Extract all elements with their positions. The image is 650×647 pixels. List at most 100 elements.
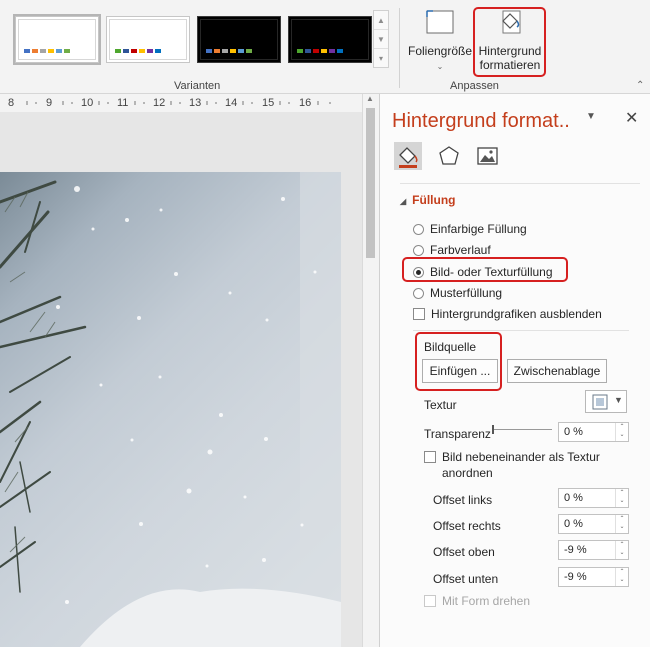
transparency-label: Transparenz [424,427,491,441]
variant-4-swatches [297,49,343,53]
radio-pattern-fill[interactable]: Musterfüllung [413,286,502,300]
color-swatch [155,49,161,53]
color-swatch [297,49,303,53]
offset-top-label: Offset oben [433,545,495,559]
radio-label: Musterfüllung [430,286,503,300]
color-swatch [56,49,62,53]
checkbox[interactable] [413,308,425,320]
spinner-value: 0 % [564,492,583,504]
radio-button[interactable] [413,287,424,299]
variant-3[interactable] [197,16,281,63]
spinner-value: 0 % [564,426,583,438]
scroll-thumb[interactable] [366,108,375,258]
slide-size-button[interactable]: Foliengröße ⌄ [406,6,474,74]
checkbox-label: Hintergrundgrafiken ausblenden [431,307,602,321]
radio-label: Einfarbige Füllung [430,222,527,236]
texture-dropdown[interactable]: ▼ [585,390,627,413]
texture-label: Textur [424,398,457,412]
offset-right-spinner[interactable]: 0 % ⌃ ⌄ [558,514,629,534]
checkbox [424,595,436,607]
texture-icon [592,394,608,410]
fill-icon[interactable] [394,142,422,170]
highlight-picture-source [415,332,502,391]
color-swatch [214,49,220,53]
offset-right-label: Offset rechts [433,519,501,533]
section-fill-title: Füllung [412,193,456,207]
highlight-picture-fill [402,257,568,282]
color-swatch [238,49,244,53]
ruler-ticks [26,101,331,105]
hide-background-graphics-checkbox[interactable]: Hintergrundgrafiken ausblenden [413,307,602,321]
radio-button[interactable] [413,244,424,256]
spinner-arrows-icon[interactable]: ⌃ ⌄ [615,541,628,559]
color-swatch [40,49,46,53]
color-swatch [64,49,70,53]
spinner-arrows-icon[interactable]: ⌃ ⌄ [615,568,628,586]
variant-2[interactable] [106,16,190,63]
color-swatch [321,49,327,53]
horizontal-ruler: 8 9 10 11 12 13 14 15 16 [0,94,362,112]
offset-left-spinner[interactable]: 0 % ⌃ ⌄ [558,488,629,508]
effects-icon[interactable] [435,142,463,170]
group-label-customize: Anpassen [450,80,499,92]
color-swatch [230,49,236,53]
pane-options-icon[interactable]: ▼ [586,111,596,122]
color-swatch [313,49,319,53]
spinner-value: -9 % [564,544,587,556]
picture-icon[interactable] [473,142,501,170]
tile-picture-checkbox[interactable]: Bild nebeneinander als Textur [424,450,600,464]
color-swatch [305,49,311,53]
transparency-slider[interactable] [492,425,552,435]
color-swatch [139,49,145,53]
gallery-up-icon[interactable]: ▲ [374,11,388,30]
color-swatch [147,49,153,53]
pane-title: Hintergrund format.. [392,110,570,132]
color-swatch [206,49,212,53]
slider-handle[interactable] [492,425,494,434]
slide-background-image[interactable] [0,172,341,647]
scroll-up-icon[interactable]: ▲ [366,94,374,103]
offset-bottom-spinner[interactable]: -9 % ⌃ ⌄ [558,567,629,587]
checkbox-label: Bild nebeneinander als Textur [442,450,600,464]
color-swatch [48,49,54,53]
spinner-value: 0 % [564,518,583,530]
close-icon[interactable]: ✕ [625,108,638,128]
spinner-arrows-icon[interactable]: ⌃ ⌄ [615,423,628,441]
chevron-down-icon: ▼ [614,395,623,405]
gallery-scroll[interactable]: ▲ ▼ ▾ [373,10,389,68]
radio-solid-fill[interactable]: Einfarbige Füllung [413,222,527,236]
format-background-pane: Hintergrund format.. ▼ ✕ ◢ Füllung Einfar… [379,94,650,647]
clipboard-button[interactable]: Zwischenablage [507,359,607,383]
offset-top-spinner[interactable]: -9 % ⌃ ⌄ [558,540,629,560]
slide-size-label: Foliengröße [407,44,473,58]
gallery-more-icon[interactable]: ▾ [374,49,388,68]
spinner-arrows-icon[interactable]: ⌃ ⌄ [615,489,628,507]
group-label-variants: Varianten [174,80,221,92]
color-swatch [246,49,252,53]
highlight-format-background [473,7,546,77]
color-swatch [115,49,121,53]
color-swatch [222,49,228,53]
variant-1[interactable] [13,14,101,65]
color-swatch [123,49,129,53]
radio-gradient-fill[interactable]: Farbverlauf [413,243,491,257]
transparency-spinner[interactable]: 0 % ⌃ ⌄ [558,422,629,442]
slide-size-icon [426,10,454,34]
group-separator [399,8,400,88]
ribbon: ▲ ▼ ▾ Varianten Foliengröße ⌄ Hintergrun… [0,0,650,94]
vertical-scrollbar[interactable]: ▲ [362,94,378,647]
collapse-ribbon-icon[interactable]: ⌃ [636,80,644,91]
spinner-arrows-icon[interactable]: ⌃ ⌄ [615,515,628,533]
variant-4[interactable] [288,16,372,63]
slide-canvas [0,112,362,647]
chevron-down-icon: ⌄ [436,62,444,71]
gallery-down-icon[interactable]: ▼ [374,30,388,49]
checkbox[interactable] [424,451,436,463]
offset-left-label: Offset links [433,493,493,507]
collapse-triangle-icon: ◢ [400,197,407,206]
checkbox-label: Mit Form drehen [442,594,531,608]
color-swatch [337,49,343,53]
section-fill-header[interactable]: ◢ Füllung [400,193,455,207]
radio-button[interactable] [413,223,424,235]
radio-label: Farbverlauf [430,243,491,257]
